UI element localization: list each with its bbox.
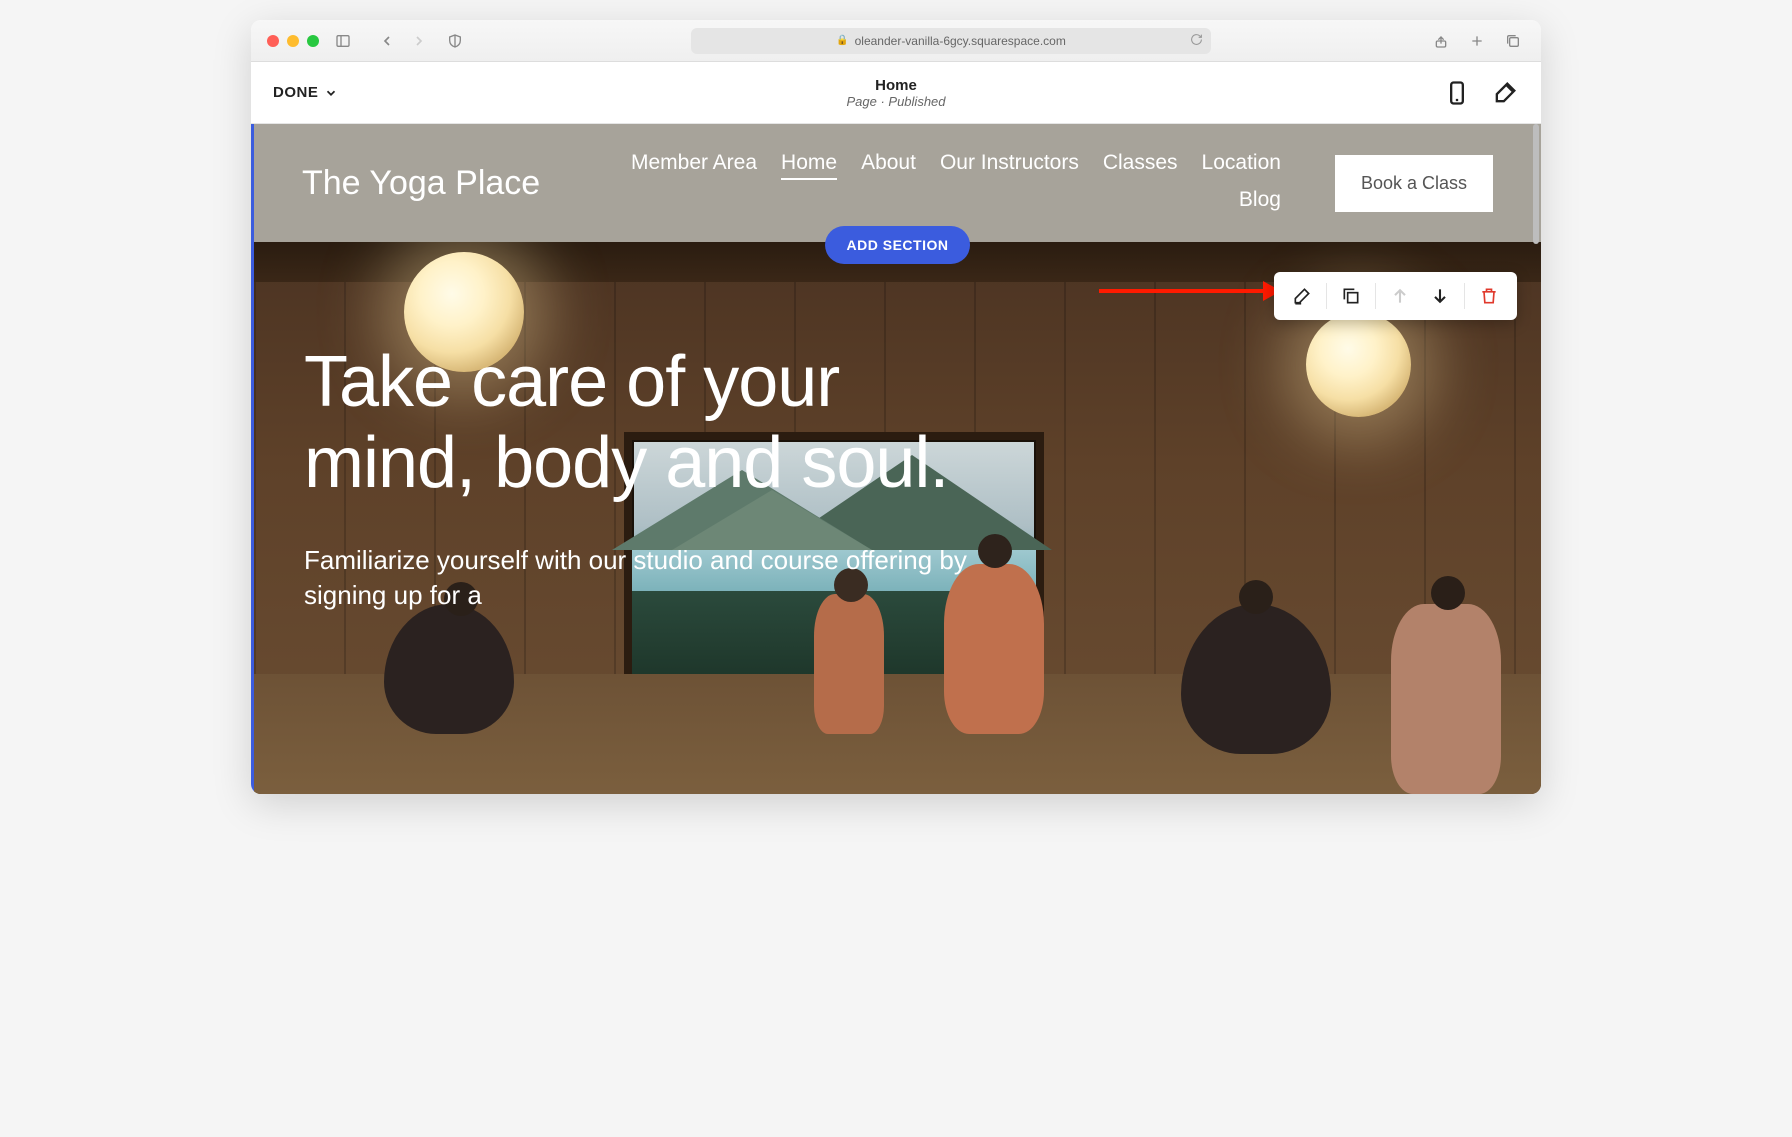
lamp-icon (1306, 312, 1411, 417)
separator (1464, 283, 1465, 309)
privacy-shield-icon[interactable] (443, 29, 467, 53)
add-section-button[interactable]: ADD SECTION (825, 226, 971, 264)
site-navigation: The Yoga Place Member Area Home About Ou… (254, 124, 1541, 242)
nav-classes[interactable]: Classes (1103, 151, 1178, 180)
nav-location[interactable]: Location (1202, 151, 1281, 180)
editor-header: DONE Home Page · Published (251, 62, 1541, 124)
mobile-preview-icon[interactable] (1443, 79, 1471, 107)
section-toolbox (1274, 272, 1517, 320)
close-window-button[interactable] (267, 35, 279, 47)
page-title: Home (846, 77, 945, 94)
site-menu: Member Area Home About Our Instructors C… (621, 151, 1281, 215)
done-button[interactable]: DONE (273, 84, 338, 101)
edit-section-button[interactable] (1284, 280, 1320, 312)
site-title[interactable]: The Yoga Place (302, 164, 540, 203)
nav-member-area[interactable]: Member Area (631, 151, 757, 180)
scrollbar[interactable] (1531, 124, 1541, 794)
hero-heading[interactable]: Take care of your mind, body and soul. (304, 342, 1004, 503)
back-button[interactable] (375, 29, 399, 53)
delete-section-button[interactable] (1471, 280, 1507, 312)
window-controls (267, 35, 319, 47)
silhouette (814, 594, 884, 734)
new-tab-icon[interactable] (1465, 29, 1489, 53)
refresh-icon[interactable] (1190, 33, 1203, 49)
forward-button[interactable] (407, 29, 431, 53)
nav-about[interactable]: About (861, 151, 916, 180)
annotation-arrow (1099, 289, 1279, 293)
chevron-down-icon (324, 86, 338, 100)
page-subtitle: Page · Published (846, 94, 945, 109)
book-a-class-button[interactable]: Book a Class (1335, 155, 1493, 212)
move-up-button (1382, 280, 1418, 312)
share-icon[interactable] (1429, 29, 1453, 53)
address-bar[interactable]: 🔒 oleander-vanilla-6gcy.squarespace.com (691, 28, 1211, 54)
nav-home[interactable]: Home (781, 151, 837, 180)
site-viewport: The Yoga Place Member Area Home About Ou… (251, 124, 1541, 794)
done-label: DONE (273, 84, 318, 101)
maximize-window-button[interactable] (307, 35, 319, 47)
safari-toolbar: 🔒 oleander-vanilla-6gcy.squarespace.com (251, 20, 1541, 62)
move-down-button[interactable] (1422, 280, 1458, 312)
nav-our-instructors[interactable]: Our Instructors (940, 151, 1079, 180)
duplicate-section-button[interactable] (1333, 280, 1369, 312)
styles-brush-icon[interactable] (1491, 79, 1519, 107)
url-text: oleander-vanilla-6gcy.squarespace.com (855, 34, 1066, 48)
silhouette (1391, 604, 1501, 794)
minimize-window-button[interactable] (287, 35, 299, 47)
hero-section[interactable]: Take care of your mind, body and soul. F… (254, 242, 1541, 794)
nav-blog[interactable]: Blog (1239, 188, 1281, 215)
hero-text: Take care of your mind, body and soul. F… (304, 342, 1004, 613)
browser-window: 🔒 oleander-vanilla-6gcy.squarespace.com … (251, 20, 1541, 794)
separator (1375, 283, 1376, 309)
tabs-overview-icon[interactable] (1501, 29, 1525, 53)
lock-icon: 🔒 (836, 35, 848, 46)
separator (1326, 283, 1327, 309)
scrollbar-thumb[interactable] (1533, 124, 1539, 244)
sidebar-toggle-icon[interactable] (331, 29, 355, 53)
hero-subheading[interactable]: Familiarize yourself with our studio and… (304, 543, 1004, 613)
page-title-block: Home Page · Published (846, 77, 945, 109)
